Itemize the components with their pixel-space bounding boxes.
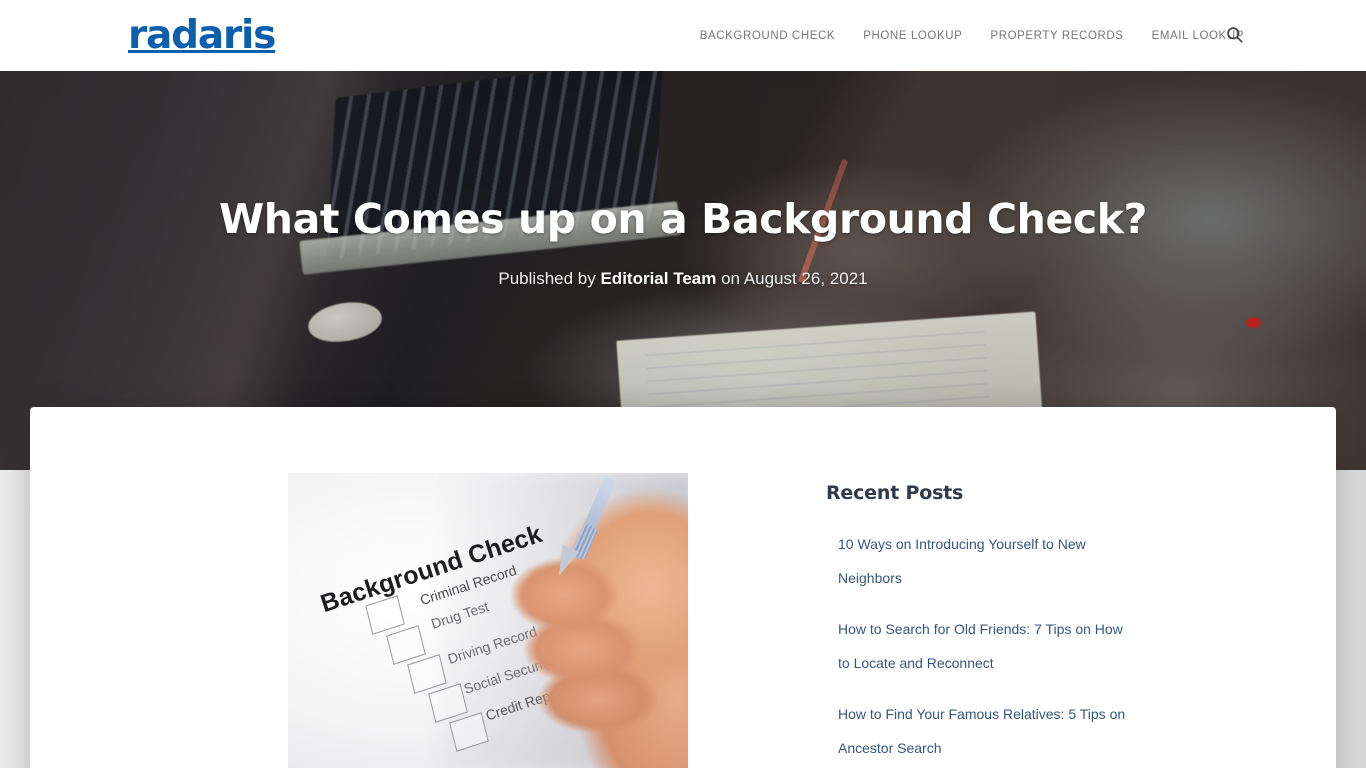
search-button[interactable] xyxy=(1220,22,1248,50)
byline-author: Editorial Team xyxy=(600,269,717,288)
list-item: 10 Ways on Introducing Yourself to New N… xyxy=(838,527,1126,595)
card-inner: Background Check Criminal Record Drug Te… xyxy=(30,407,1336,768)
checklist-hand xyxy=(510,477,688,768)
list-item: How to Find Your Famous Relatives: 5 Tip… xyxy=(838,697,1126,765)
recent-post-link-2[interactable]: How to Search for Old Friends: 7 Tips on… xyxy=(838,612,1126,680)
article-byline: Published by Editorial Team on August 26… xyxy=(498,267,867,291)
byline-prefix: Published by xyxy=(498,269,601,288)
site-header: radaris BACKGROUND CHECK PHONE LOOKUP PR… xyxy=(0,0,1366,71)
byline-suffix: on August 26, 2021 xyxy=(716,269,868,288)
recent-post-link-1[interactable]: 10 Ways on Introducing Yourself to New N… xyxy=(838,527,1126,595)
search-icon xyxy=(1225,25,1244,47)
page-title: What Comes up on a Background Check? xyxy=(218,195,1148,243)
site-logo[interactable]: radaris xyxy=(128,16,276,55)
article-content-card: Background Check Criminal Record Drug Te… xyxy=(30,407,1336,768)
nav-item-property-records[interactable]: PROPERTY RECORDS xyxy=(976,30,1137,42)
main-navigation: BACKGROUND CHECK PHONE LOOKUP PROPERTY R… xyxy=(686,0,1258,71)
list-item: How to Search for Old Friends: 7 Tips on… xyxy=(838,612,1126,680)
article-featured-image: Background Check Criminal Record Drug Te… xyxy=(288,473,688,768)
article-column: Background Check Criminal Record Drug Te… xyxy=(78,473,778,768)
nav-item-phone-lookup[interactable]: PHONE LOOKUP xyxy=(849,30,976,42)
sidebar-heading-recent-posts: Recent Posts xyxy=(826,482,964,504)
recent-post-link-3[interactable]: How to Find Your Famous Relatives: 5 Tip… xyxy=(838,697,1126,765)
recent-posts-list: 10 Ways on Introducing Yourself to New N… xyxy=(826,527,1126,768)
nav-item-background-check[interactable]: BACKGROUND CHECK xyxy=(686,30,849,42)
sidebar: Recent Posts 10 Ways on Introducing Your… xyxy=(826,473,1126,768)
